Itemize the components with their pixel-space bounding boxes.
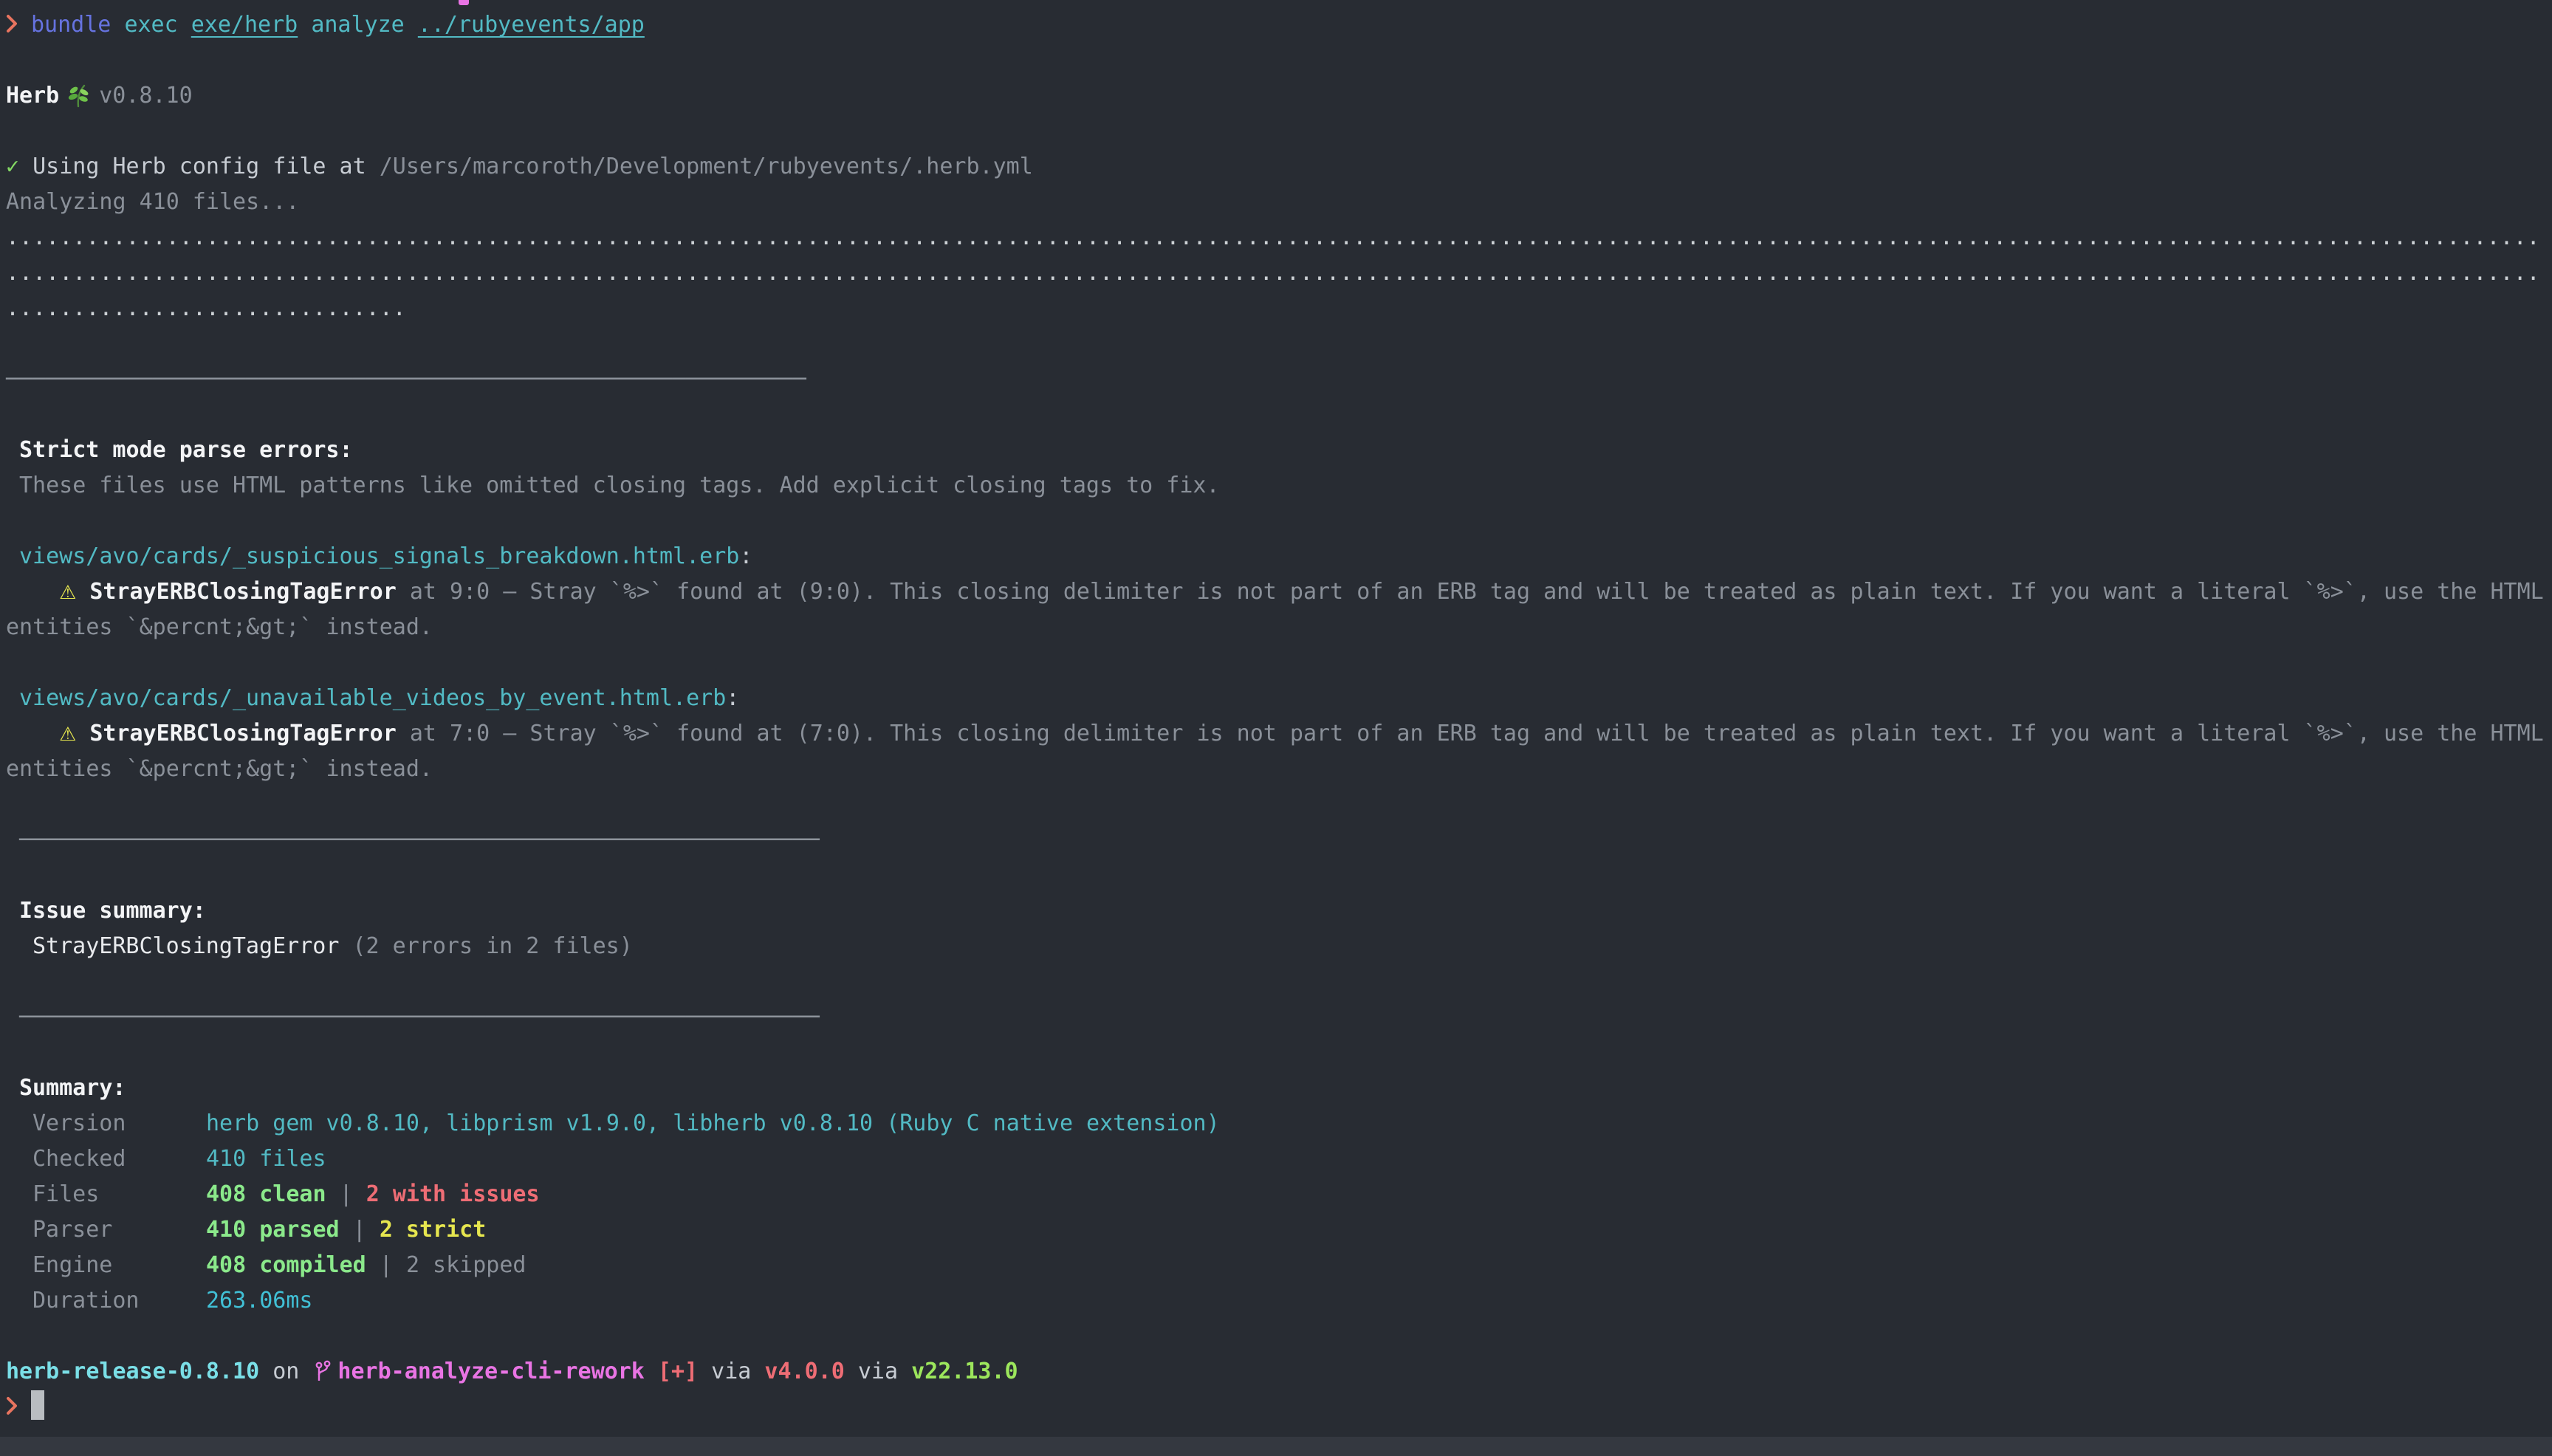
summary-row-parser: Parser410 parsed | 2 strict xyxy=(6,1212,2552,1248)
strict-errors-heading: Strict mode parse errors: xyxy=(6,433,2552,468)
error-name: StrayERBClosingTagError xyxy=(89,721,396,746)
error-detail-line: ⚠ StrayERBClosingTagError at 9:0 – Stray… xyxy=(6,574,2552,610)
prompt-directory: herb-release-0.8.10 xyxy=(6,1359,259,1384)
config-file-path: /Users/marcoroth/Development/rubyevents/… xyxy=(380,154,1033,179)
command-program: bundle xyxy=(31,12,111,38)
blank-line xyxy=(6,114,2552,149)
check-icon: ✓ xyxy=(6,154,19,179)
summary-pipe: | xyxy=(366,1252,406,1278)
summary-label: Files xyxy=(32,1177,206,1212)
error-file-line: views/avo/cards/_suspicious_signals_brea… xyxy=(6,539,2552,574)
ruby-version: v4.0.0 xyxy=(764,1359,844,1384)
progress-dots-row: ........................................… xyxy=(6,255,2552,291)
error-message: at 7:0 – Stray `%>` found at (7:0). This… xyxy=(397,721,2544,746)
analyzing-status-line: Analyzing 410 files... xyxy=(6,185,2552,220)
blank-line xyxy=(6,1319,2552,1354)
config-file-line: ✓ Using Herb config file at /Users/marco… xyxy=(6,149,2552,185)
error-file-colon: : xyxy=(739,543,752,569)
error-file-colon: : xyxy=(726,685,739,711)
summary-label: Engine xyxy=(32,1248,206,1283)
summary-row-duration: Duration263.06ms xyxy=(6,1283,2552,1319)
summary-files-issues: 2 with issues xyxy=(366,1181,540,1207)
blank-line xyxy=(6,645,2552,681)
summary-parser-parsed: 410 parsed xyxy=(206,1217,340,1243)
summary-label: Version xyxy=(32,1106,206,1141)
progress-dots-row: .............................. xyxy=(6,291,2552,326)
error-detail-line: ⚠ StrayERBClosingTagError at 7:0 – Stray… xyxy=(6,716,2552,752)
prompt-via-text: via xyxy=(698,1359,764,1384)
summary-value: 263.06ms xyxy=(206,1288,313,1314)
summary-label: Checked xyxy=(32,1141,206,1177)
issue-summary-item: StrayERBClosingTagError (2 errors in 2 f… xyxy=(6,929,2552,964)
terminal-cursor[interactable] xyxy=(31,1390,44,1420)
app-name: Herb xyxy=(6,83,59,109)
warning-triangle-icon: ⚠ xyxy=(59,724,76,746)
window-bottom-edge xyxy=(0,1437,2552,1456)
prompt-chevron-icon xyxy=(6,1392,18,1427)
summary-label: Duration xyxy=(32,1283,206,1319)
blank-line xyxy=(6,1035,2552,1071)
git-status-badge: [+] xyxy=(645,1359,698,1384)
git-branch-name: herb-analyze-cli-rework xyxy=(337,1359,644,1384)
warning-triangle-icon: ⚠ xyxy=(59,582,76,604)
prompt-chevron-icon xyxy=(6,10,18,45)
progress-dots-row: ........................................… xyxy=(6,220,2552,255)
blank-line xyxy=(6,858,2552,893)
blank-line xyxy=(6,326,2552,362)
command-arg-path: ../rubyevents/app xyxy=(418,12,645,38)
blank-line xyxy=(6,397,2552,433)
input-line[interactable] xyxy=(6,1390,2552,1425)
summary-value: herb gem v0.8.10, libprism v1.9.0, libhe… xyxy=(206,1110,1220,1136)
previous-line-artifact xyxy=(459,0,469,5)
issue-error-name: StrayERBClosingTagError xyxy=(32,933,339,959)
prompt-via-text: via xyxy=(845,1359,911,1384)
prompt-on-text: on xyxy=(259,1359,312,1384)
app-version: v0.8.10 xyxy=(99,83,192,109)
summary-row-engine: Engine408 compiled | 2 skipped xyxy=(6,1248,2552,1283)
error-file-path: views/avo/cards/_unavailable_videos_by_e… xyxy=(19,685,726,711)
command-subcommand: exec xyxy=(124,12,177,38)
blank-line xyxy=(6,504,2552,539)
blank-line xyxy=(6,787,2552,823)
error-message-continuation: entities `&percnt;&gt;` instead. xyxy=(6,610,2552,645)
blank-line xyxy=(6,43,2552,78)
terminal-screen: bundle exec exe/herb analyze ../rubyeven… xyxy=(0,0,2552,1425)
summary-engine-skipped: 2 skipped xyxy=(406,1252,526,1278)
summary-label: Parser xyxy=(32,1212,206,1248)
blank-line xyxy=(6,964,2552,1000)
summary-files-clean: 408 clean xyxy=(206,1181,326,1207)
node-version: v22.13.0 xyxy=(911,1359,1018,1384)
command-line: bundle exec exe/herb analyze ../rubyeven… xyxy=(6,7,2552,43)
error-file-line: views/avo/cards/_unavailable_videos_by_e… xyxy=(6,681,2552,716)
command-arg-executable: exe/herb xyxy=(191,12,298,38)
shell-prompt-line: herb-release-0.8.10 on herb-analyze-cli-… xyxy=(6,1354,2552,1390)
summary-row-files: Files408 clean | 2 with issues xyxy=(6,1177,2552,1212)
summary-engine-compiled: 408 compiled xyxy=(206,1252,366,1278)
summary-row-version: Versionherb gem v0.8.10, libprism v1.9.0… xyxy=(6,1106,2552,1141)
error-name: StrayERBClosingTagError xyxy=(89,579,396,605)
section-separator: ────────────────────────────────────────… xyxy=(6,1000,2552,1035)
git-branch-icon xyxy=(314,1358,332,1393)
herb-leaf-icon xyxy=(66,83,92,119)
command-arg-action: analyze xyxy=(311,12,404,38)
summary-parser-strict: 2 strict xyxy=(380,1217,487,1243)
error-message: at 9:0 – Stray `%>` found at (9:0). This… xyxy=(397,579,2544,605)
summary-pipe: | xyxy=(340,1217,380,1243)
terminal-window[interactable]: bundle exec exe/herb analyze ../rubyeven… xyxy=(0,0,2552,1456)
summary-value: 410 files xyxy=(206,1146,326,1172)
section-separator: ────────────────────────────────────────… xyxy=(6,823,2552,858)
error-message-continuation: entities `&percnt;&gt;` instead. xyxy=(6,752,2552,787)
issue-error-count: (2 errors in 2 files) xyxy=(339,933,632,959)
summary-pipe: | xyxy=(326,1181,366,1207)
strict-errors-description: These files use HTML patterns like omitt… xyxy=(6,468,2552,504)
config-file-text: Using Herb config file at xyxy=(32,154,380,179)
issue-summary-heading: Issue summary: xyxy=(6,893,2552,929)
section-separator: ────────────────────────────────────────… xyxy=(6,362,2552,397)
app-banner-line: Herb v0.8.10 xyxy=(6,78,2552,114)
summary-heading: Summary: xyxy=(6,1071,2552,1106)
error-file-path: views/avo/cards/_suspicious_signals_brea… xyxy=(19,543,739,569)
summary-row-checked: Checked410 files xyxy=(6,1141,2552,1177)
